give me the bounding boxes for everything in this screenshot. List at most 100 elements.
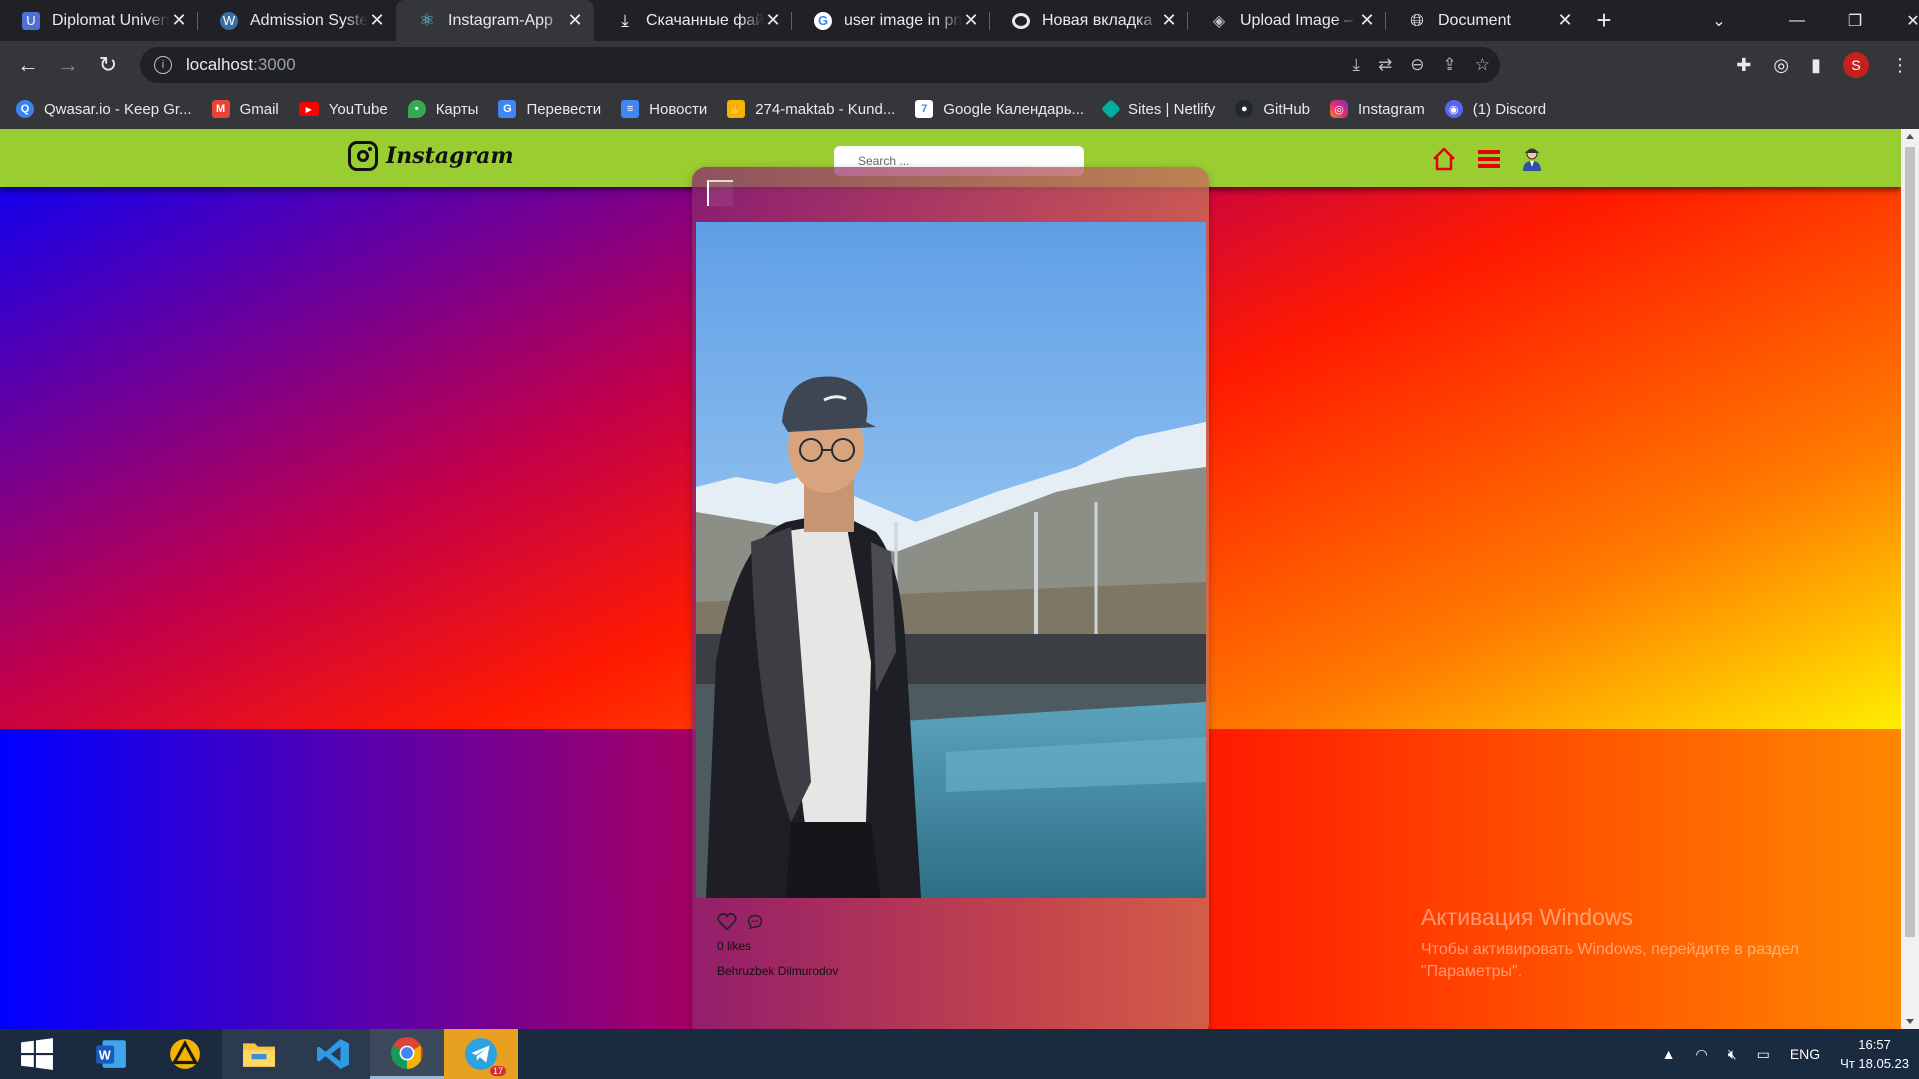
close-icon[interactable]: ✕ (1358, 10, 1376, 31)
bookmark-discord[interactable]: ◉ (1) Discord (1444, 100, 1546, 118)
close-icon[interactable]: ✕ (764, 10, 782, 31)
minimize-icon[interactable]: — (1768, 12, 1826, 30)
url-host: localhost (186, 55, 254, 74)
archicad-icon[interactable] (148, 1029, 222, 1079)
clock-date: Чт 18.05.23 (1840, 1056, 1909, 1071)
watermark-title: Активация Windows (1421, 904, 1633, 930)
tab-upload-image[interactable]: ◈ Upload Image – n ✕ (1188, 0, 1386, 41)
forward-icon[interactable]: → (48, 45, 88, 85)
tab-title: Новая вкладка (1042, 11, 1153, 29)
share-icon[interactable]: ⇪ (1443, 55, 1457, 75)
language-indicator[interactable]: ENG (1790, 1046, 1820, 1062)
post-card: 0 likes Behruzbek Dilmurodov (692, 167, 1209, 1029)
install-app-icon[interactable]: ⤓ (1352, 55, 1360, 75)
bookmark-youtube[interactable]: ▶ YouTube (298, 100, 388, 118)
calendar-icon: 7 (915, 100, 934, 118)
user-avatar-icon[interactable] (1522, 147, 1542, 171)
tab-title: Document (1438, 11, 1511, 29)
tab-document[interactable]: 🌐︎ Document ✕ (1386, 0, 1584, 41)
tab-title: Instagram-App (448, 11, 553, 29)
close-icon[interactable]: ✕ (962, 10, 980, 31)
bookmark-label: Новости (649, 100, 708, 118)
brand-logo[interactable]: Instagram (348, 141, 514, 171)
translate-icon[interactable]: ⇄ (1378, 55, 1392, 75)
tab-new-tab[interactable]: Новая вкладка ✕ (990, 0, 1188, 41)
tray-expand-icon[interactable]: ▲ (1662, 1046, 1676, 1062)
back-icon[interactable]: ← (8, 45, 48, 85)
chrome-icon[interactable] (370, 1029, 444, 1079)
close-icon[interactable]: ✕ (368, 10, 386, 31)
restore-icon[interactable]: ❐ (1826, 11, 1884, 31)
bookmark-netlify[interactable]: Sites | Netlify (1101, 99, 1216, 119)
menu-kebab-icon[interactable]: ⋮ (1891, 55, 1909, 76)
wifi-icon[interactable]: ◠ (1696, 1046, 1708, 1063)
post-author-avatar[interactable] (707, 180, 733, 206)
like-heart-icon[interactable] (717, 913, 737, 931)
tab-instagram-app[interactable]: ⚛ Instagram-App ✕ (396, 0, 594, 41)
tab-strip: U Diplomat University ✕ W Admission Syst… (0, 0, 1919, 41)
vscode-icon[interactable] (296, 1029, 370, 1079)
post-likes-count: 0 likes (717, 939, 752, 953)
extensions-icon[interactable]: ✚ (1736, 55, 1751, 76)
bookmark-label: Qwasar.io - Keep Gr... (44, 100, 192, 118)
close-icon[interactable]: ✕ (566, 10, 584, 31)
bookmark-news[interactable]: ≡ Новости (621, 100, 707, 118)
site-info-icon[interactable]: i (154, 56, 172, 74)
performance-icon[interactable]: ◎ (1773, 55, 1789, 76)
netlify-icon (1101, 99, 1121, 119)
tab-search-icon[interactable]: ⌄ (1690, 11, 1748, 31)
windows-activation-watermark: Активация Windows Чтобы активировать Win… (1421, 904, 1799, 983)
bookmark-star-icon[interactable]: ☆ (1475, 55, 1490, 75)
tab-diplomat[interactable]: U Diplomat University ✕ (0, 0, 198, 41)
bookmark-gmail[interactable]: M Gmail (211, 100, 279, 118)
clock[interactable]: 16:57 Чт 18.05.23 (1840, 1035, 1909, 1073)
watermark-line-1: Чтобы активировать Windows, перейдите в … (1421, 941, 1799, 958)
brand-name: Instagram (386, 143, 514, 169)
bookmark-label: Sites | Netlify (1128, 100, 1216, 118)
bookmark-274-maktab[interactable]: ✋ 274-maktab - Kund... (727, 100, 895, 118)
scrollbar-thumb[interactable] (1905, 147, 1915, 937)
tab-title: Upload Image – n (1240, 11, 1358, 29)
file-explorer-icon[interactable] (222, 1029, 296, 1079)
scroll-up-icon[interactable] (1906, 134, 1914, 139)
post-author-name[interactable]: Behruzbek Dilmurodov (717, 964, 838, 978)
battery-icon[interactable]: ▭ (1757, 1046, 1770, 1063)
telegram-icon[interactable]: 17 (444, 1029, 518, 1079)
bookmark-maps[interactable]: • Карты (407, 100, 478, 118)
reload-icon[interactable]: ↻ (88, 45, 128, 85)
bookmark-label: 274-maktab - Kund... (755, 100, 896, 118)
comment-icon[interactable] (747, 914, 763, 930)
bookmark-calendar[interactable]: 7 Google Календарь... (915, 100, 1084, 118)
bookmark-label: YouTube (328, 100, 388, 118)
menu-icon[interactable] (1478, 150, 1500, 168)
side-panel-icon[interactable]: ▮ (1811, 55, 1821, 76)
new-tab-button[interactable]: + (1584, 5, 1624, 36)
close-icon[interactable]: ✕ (170, 10, 188, 31)
close-icon[interactable]: ✕ (1160, 10, 1178, 31)
tab-admission[interactable]: W Admission System ✕ (198, 0, 396, 41)
tab-downloads[interactable]: ⤓ Скачанные файлы ✕ (594, 0, 792, 41)
close-icon[interactable]: ✕ (1556, 10, 1574, 31)
svg-text:W: W (99, 1047, 112, 1062)
window-close-icon[interactable]: ✕ (1884, 11, 1919, 31)
bookmark-label: GitHub (1263, 100, 1310, 118)
address-bar[interactable]: i localhost:3000 ⤓ ⇄ ⊖ ⇪ ☆ (140, 47, 1500, 83)
page-scrollbar[interactable] (1901, 129, 1919, 1029)
volume-muted-icon[interactable]: 🔇︎ (1728, 1046, 1737, 1063)
bookmark-github[interactable]: ● GitHub (1235, 100, 1310, 118)
post-image[interactable] (696, 222, 1206, 898)
word-icon[interactable]: W (74, 1029, 148, 1079)
instagram-icon: ◎ (1330, 100, 1348, 118)
scroll-down-icon[interactable] (1906, 1019, 1914, 1024)
bookmark-instagram[interactable]: ◎ Instagram (1330, 100, 1425, 118)
bookmark-label: Instagram (1358, 100, 1425, 118)
profile-avatar[interactable]: S (1843, 52, 1869, 78)
qwasar-icon: Q (16, 100, 34, 118)
tab-google-search[interactable]: G user image in png ✕ (792, 0, 990, 41)
bookmark-translate[interactable]: G Перевести (498, 100, 601, 118)
home-icon[interactable] (1432, 147, 1456, 171)
bookmark-label: Google Календарь... (943, 100, 1085, 118)
windows-start-icon[interactable] (0, 1029, 74, 1079)
zoom-icon[interactable]: ⊖ (1410, 55, 1424, 75)
bookmark-qwasar[interactable]: Q Qwasar.io - Keep Gr... (16, 100, 192, 118)
